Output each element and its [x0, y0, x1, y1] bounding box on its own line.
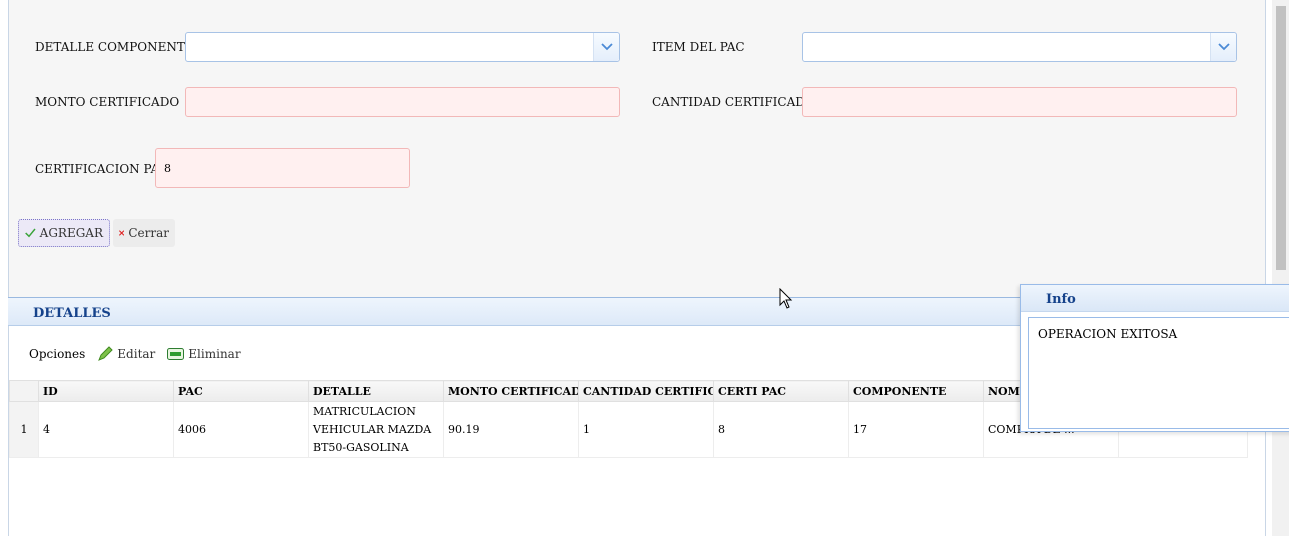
cell-detalle-line: VEHICULAR MAZDA — [313, 422, 432, 436]
chevron-down-icon[interactable] — [1210, 33, 1236, 61]
checkmark-icon — [25, 228, 36, 238]
minus-box-icon — [167, 348, 185, 360]
detalle-componente-select[interactable] — [185, 32, 620, 62]
item-pac-label: ITEM DEL PAC — [652, 40, 745, 54]
column-header-monto[interactable]: MONTO CERTIFICADO — [443, 380, 579, 402]
cantidad-certificado-label: CANTIDAD CERTIFICADO — [652, 95, 815, 109]
grid-toolbar: Opciones Editar Eliminar — [29, 345, 241, 363]
close-icon — [119, 230, 125, 236]
agregar-label: AGREGAR — [39, 226, 103, 240]
monto-certificado-input[interactable] — [185, 87, 620, 117]
cell-certi-pac: 8 — [713, 401, 849, 458]
detalle-componente-label: DETALLE COMPONENTE — [35, 40, 194, 54]
pencil-icon — [98, 346, 114, 361]
item-pac-select[interactable] — [802, 32, 1237, 62]
eliminar-button[interactable]: Eliminar — [167, 347, 241, 361]
scrollbar-thumb[interactable] — [1276, 6, 1286, 270]
cerrar-label: Cerrar — [128, 226, 169, 240]
agregar-button[interactable]: AGREGAR — [18, 219, 110, 247]
cell-monto: 90.19 — [443, 401, 579, 458]
cell-id: 4 — [38, 401, 174, 458]
info-popup: Info OPERACION EXITOSA — [1020, 284, 1289, 432]
info-popup-title: Info — [1046, 292, 1076, 307]
mouse-cursor-icon — [779, 288, 793, 309]
column-header-rownum — [9, 380, 39, 402]
row-number: 1 — [9, 401, 39, 458]
eliminar-label: Eliminar — [188, 347, 241, 361]
cell-detalle: MATRICULACION VEHICULAR MAZDA BT50-GASOL… — [308, 401, 444, 458]
cerrar-button[interactable]: Cerrar — [113, 219, 175, 247]
chevron-down-icon[interactable] — [593, 33, 619, 61]
vertical-scrollbar[interactable] — [1272, 0, 1289, 536]
info-popup-body: OPERACION EXITOSA — [1028, 317, 1289, 429]
panel-title: DETALLES — [33, 306, 111, 321]
editar-button[interactable]: Editar — [97, 346, 155, 362]
column-header-componente[interactable]: COMPONENTE — [848, 380, 984, 402]
cell-pac: 4006 — [173, 401, 309, 458]
info-popup-header[interactable]: Info — [1021, 285, 1289, 312]
opciones-label: Opciones — [29, 347, 86, 361]
column-header-pac[interactable]: PAC — [173, 380, 309, 402]
monto-certificado-label: MONTO CERTIFICADO — [35, 95, 180, 109]
column-header-cantidad[interactable]: CANTIDAD CERTIFICADO — [578, 380, 714, 402]
cell-detalle-line: MATRICULACION — [313, 404, 416, 418]
column-header-detalle[interactable]: DETALLE — [308, 380, 444, 402]
info-popup-message: OPERACION EXITOSA — [1038, 327, 1178, 341]
column-header-certi-pac[interactable]: CERTI PAC — [713, 380, 849, 402]
cell-detalle-line: BT50-GASOLINA — [313, 440, 409, 454]
cell-componente: 17 — [848, 401, 984, 458]
editar-label: Editar — [117, 347, 156, 361]
column-header-id[interactable]: ID — [38, 380, 174, 402]
certificacion-pac-label: CERTIFICACION PAC — [35, 162, 169, 176]
cantidad-certificado-input[interactable] — [802, 87, 1237, 117]
cell-cantidad: 1 — [578, 401, 714, 458]
certificacion-pac-input[interactable]: 8 — [155, 148, 410, 188]
